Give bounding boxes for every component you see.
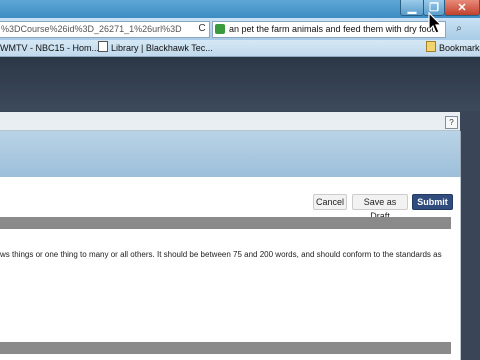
- bookmark-item[interactable]: Library | Blackhawk Tec...: [98, 40, 213, 56]
- search-go-icon[interactable]: ⌕: [449, 22, 469, 36]
- page-icon: [98, 41, 108, 52]
- bookmark-label: Library | Blackhawk Tec...: [111, 43, 213, 53]
- address-bar[interactable]: %3DCourse%26id%3D_26271_1%26url%3D: [0, 21, 210, 38]
- bookmarks-folder[interactable]: Bookmarks: [426, 40, 480, 56]
- cancel-button[interactable]: Cancel: [313, 194, 347, 210]
- instructions-text: ws things or one thing to many or all ot…: [0, 250, 442, 259]
- search-input-text: an pet the farm animals and feed them wi…: [229, 24, 437, 34]
- bookmark-label: WMTV - NBC15 - Hom...: [0, 43, 100, 53]
- minimize-button[interactable]: ▁: [400, 0, 424, 16]
- bookmark-item[interactable]: WMTV - NBC15 - Hom...: [0, 40, 99, 56]
- help-icon[interactable]: ?: [445, 116, 458, 129]
- search-engine-icon[interactable]: [215, 24, 225, 34]
- content-header-band: [0, 131, 461, 177]
- folder-icon: [426, 41, 436, 52]
- section-header-bar: [0, 342, 451, 354]
- submit-button[interactable]: Submit: [412, 194, 453, 210]
- close-button[interactable]: ✕: [444, 0, 480, 16]
- window-edge: [461, 112, 480, 360]
- frame-toolbar: [0, 112, 460, 131]
- save-as-draft-button[interactable]: Save as Draft: [352, 194, 408, 221]
- bookmarks-folder-label: Bookmarks: [439, 43, 480, 53]
- search-input[interactable]: an pet the farm animals and feed them wi…: [212, 21, 446, 38]
- reload-icon[interactable]: C: [196, 23, 208, 35]
- section-header-bar: [0, 217, 451, 229]
- navigation-bar: %3DCourse%26id%3D_26271_1%26url%3D C an …: [0, 18, 480, 40]
- mouse-cursor-icon: [428, 12, 443, 34]
- bookmarks-bar: WMTV - NBC15 - Hom... Library | Blackhaw…: [0, 40, 480, 57]
- page-header-dark: [0, 57, 480, 111]
